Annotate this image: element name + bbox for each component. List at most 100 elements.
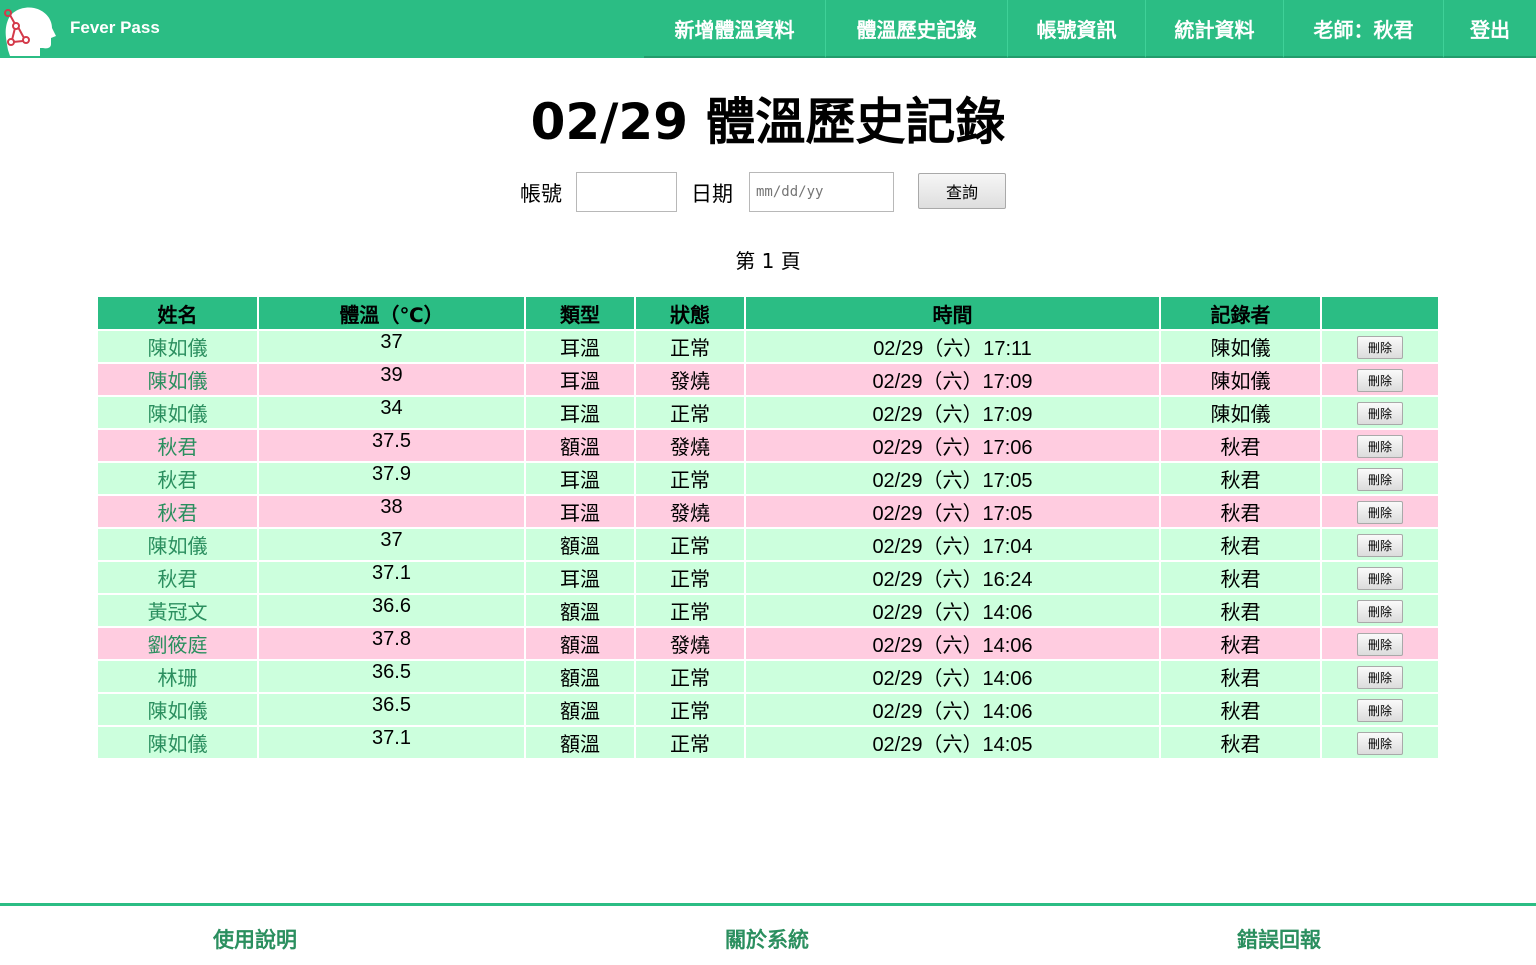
- nav-add-temperature[interactable]: 新增體溫資料: [644, 0, 826, 58]
- delete-button[interactable]: 刪除: [1357, 335, 1403, 359]
- row-name-link[interactable]: 秋君: [96, 461, 259, 496]
- page-indicator: 第 1 頁: [735, 249, 801, 273]
- table-row: 陳如儀 37 額溫 正常 02/29（六）17:04 秋君 刪除: [96, 527, 1440, 562]
- delete-button[interactable]: 刪除: [1357, 632, 1403, 656]
- delete-button[interactable]: 刪除: [1357, 467, 1403, 491]
- row-name-link[interactable]: 陳如儀: [96, 692, 259, 727]
- row-time: 02/29（六）17:09: [744, 395, 1161, 430]
- row-time: 02/29（六）17:05: [744, 494, 1161, 529]
- top-nav-bar: Fever Pass 新增體溫資料 體溫歷史記錄 帳號資訊 統計資料 老師：秋君…: [0, 0, 1536, 58]
- table-row: 秋君 37.1 耳溫 正常 02/29（六）16:24 秋君 刪除: [96, 560, 1440, 595]
- header-name: 姓名: [96, 295, 259, 331]
- row-time: 02/29（六）14:06: [744, 593, 1161, 628]
- row-type: 耳溫: [524, 329, 636, 364]
- row-actions: 刪除: [1320, 362, 1440, 397]
- row-actions: 刪除: [1320, 461, 1440, 496]
- row-status: 正常: [634, 725, 746, 760]
- row-recorder: 秋君: [1159, 494, 1322, 529]
- row-name-link[interactable]: 陳如儀: [96, 362, 259, 397]
- row-type: 耳溫: [524, 461, 636, 496]
- row-name-link[interactable]: 秋君: [96, 428, 259, 463]
- table-row: 陳如儀 36.5 額溫 正常 02/29（六）14:06 秋君 刪除: [96, 692, 1440, 727]
- footer-report-bug-link[interactable]: 錯誤回報: [1179, 924, 1379, 954]
- row-type: 額溫: [524, 692, 636, 727]
- table-row: 陳如儀 37 耳溫 正常 02/29（六）17:11 陳如儀 刪除: [96, 329, 1440, 364]
- row-temperature: 39: [257, 362, 526, 397]
- row-recorder: 秋君: [1159, 725, 1322, 760]
- table-row: 秋君 37.5 額溫 發燒 02/29（六）17:06 秋君 刪除: [96, 428, 1440, 463]
- nav-account-info[interactable]: 帳號資訊: [1008, 0, 1146, 58]
- brand-name[interactable]: Fever Pass: [70, 18, 160, 38]
- row-time: 02/29（六）16:24: [744, 560, 1161, 595]
- row-recorder: 秋君: [1159, 593, 1322, 628]
- nav-logout[interactable]: 登出: [1444, 0, 1536, 58]
- row-type: 耳溫: [524, 560, 636, 595]
- row-name-link[interactable]: 陳如儀: [96, 329, 259, 364]
- row-name-link[interactable]: 陳如儀: [96, 725, 259, 760]
- row-name-link[interactable]: 秋君: [96, 494, 259, 529]
- row-name-link[interactable]: 秋君: [96, 560, 259, 595]
- row-temperature: 37.5: [257, 428, 526, 463]
- row-time: 02/29（六）14:06: [744, 659, 1161, 694]
- row-name-link[interactable]: 陳如儀: [96, 395, 259, 430]
- row-name-link[interactable]: 劉筱庭: [96, 626, 259, 661]
- delete-button[interactable]: 刪除: [1357, 665, 1403, 689]
- row-status: 發燒: [634, 626, 746, 661]
- table-row: 陳如儀 39 耳溫 發燒 02/29（六）17:09 陳如儀 刪除: [96, 362, 1440, 397]
- row-temperature: 38: [257, 494, 526, 529]
- row-status: 正常: [634, 461, 746, 496]
- query-button[interactable]: 查詢: [918, 173, 1006, 209]
- row-time: 02/29（六）17:09: [744, 362, 1161, 397]
- table-row: 陳如儀 34 耳溫 正常 02/29（六）17:09 陳如儀 刪除: [96, 395, 1440, 430]
- table-row: 陳如儀 37.1 額溫 正常 02/29（六）14:05 秋君 刪除: [96, 725, 1440, 760]
- temperature-records-table: 姓名 體溫（℃） 類型 狀態 時間 記錄者 陳如儀 37 耳溫 正常 02/29（六）1…: [96, 295, 1440, 760]
- date-input[interactable]: [749, 172, 894, 212]
- row-time: 02/29（六）17:06: [744, 428, 1161, 463]
- delete-button[interactable]: 刪除: [1357, 566, 1403, 590]
- head-virus-logo-icon[interactable]: [0, 0, 58, 58]
- account-input[interactable]: [576, 172, 677, 212]
- nav-temperature-history[interactable]: 體溫歷史記錄: [826, 0, 1008, 58]
- row-actions: 刪除: [1320, 329, 1440, 364]
- table-body: 陳如儀 37 耳溫 正常 02/29（六）17:11 陳如儀 刪除 陳如儀 39 耳溫 發燒 02/2…: [96, 329, 1440, 760]
- row-recorder: 陳如儀: [1159, 329, 1322, 364]
- delete-button[interactable]: 刪除: [1357, 368, 1403, 392]
- row-status: 發燒: [634, 494, 746, 529]
- row-status: 發燒: [634, 428, 746, 463]
- row-type: 額溫: [524, 527, 636, 562]
- footer-help-link[interactable]: 使用說明: [155, 924, 355, 954]
- row-name-link[interactable]: 黃冠文: [96, 593, 259, 628]
- nav-statistics[interactable]: 統計資料: [1146, 0, 1284, 58]
- row-status: 正常: [634, 692, 746, 727]
- delete-button[interactable]: 刪除: [1357, 533, 1403, 557]
- delete-button[interactable]: 刪除: [1357, 731, 1403, 755]
- delete-button[interactable]: 刪除: [1357, 599, 1403, 623]
- header-recorder: 記錄者: [1159, 295, 1322, 331]
- row-actions: 刪除: [1320, 692, 1440, 727]
- row-recorder: 秋君: [1159, 527, 1322, 562]
- account-label: 帳號: [520, 182, 562, 206]
- footer-about-link[interactable]: 關於系統: [667, 924, 867, 954]
- row-recorder: 秋君: [1159, 461, 1322, 496]
- table-row: 劉筱庭 37.8 額溫 發燒 02/29（六）14:06 秋君 刪除: [96, 626, 1440, 661]
- nav-teacher-profile[interactable]: 老師：秋君: [1284, 0, 1444, 58]
- header-time: 時間: [744, 295, 1161, 331]
- row-recorder: 陳如儀: [1159, 362, 1322, 397]
- footer-divider: [0, 903, 1536, 906]
- delete-button[interactable]: 刪除: [1357, 401, 1403, 425]
- row-time: 02/29（六）17:05: [744, 461, 1161, 496]
- row-time: 02/29（六）14:06: [744, 626, 1161, 661]
- row-actions: 刪除: [1320, 494, 1440, 529]
- row-name-link[interactable]: 林珊: [96, 659, 259, 694]
- delete-button[interactable]: 刪除: [1357, 434, 1403, 458]
- row-temperature: 37.1: [257, 725, 526, 760]
- table-row: 林珊 36.5 額溫 正常 02/29（六）14:06 秋君 刪除: [96, 659, 1440, 694]
- row-name-link[interactable]: 陳如儀: [96, 527, 259, 562]
- delete-button[interactable]: 刪除: [1357, 500, 1403, 524]
- row-type: 額溫: [524, 725, 636, 760]
- row-status: 正常: [634, 659, 746, 694]
- row-actions: 刪除: [1320, 725, 1440, 760]
- row-time: 02/29（六）14:06: [744, 692, 1161, 727]
- header-actions: [1320, 295, 1440, 331]
- delete-button[interactable]: 刪除: [1357, 698, 1403, 722]
